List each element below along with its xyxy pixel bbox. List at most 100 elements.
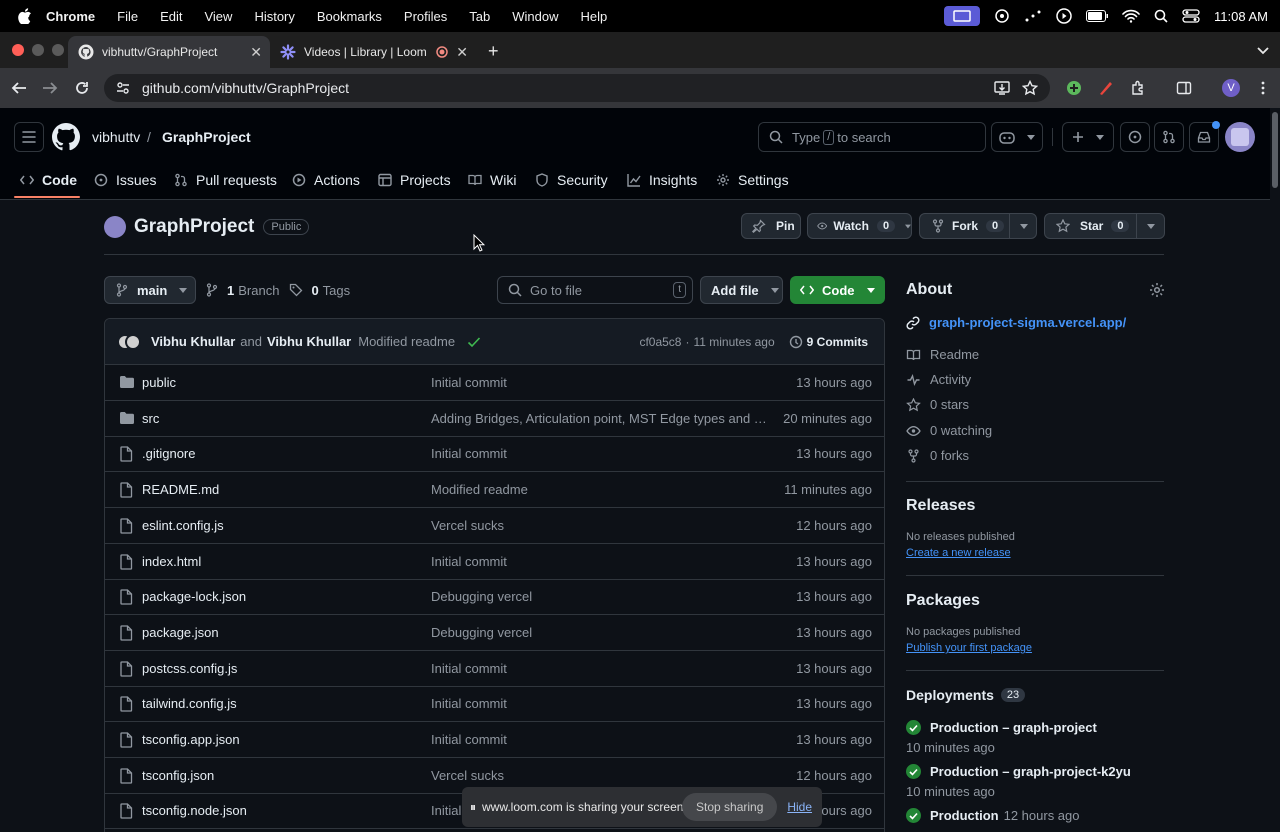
file-row[interactable]: .gitignore Initial commit 13 hours ago (105, 436, 884, 473)
stars-link[interactable]: 0 stars (906, 397, 969, 412)
forks-link[interactable]: 0 forks (906, 448, 969, 463)
tab-code[interactable]: Code (20, 170, 77, 190)
file-commit-message[interactable]: Initial commit (431, 375, 767, 390)
window-zoom-button[interactable] (52, 44, 64, 56)
file-commit-message[interactable]: Initial commit (431, 732, 767, 747)
apple-icon[interactable] (18, 8, 32, 24)
scrollbar-thumb[interactable] (1272, 112, 1278, 188)
fork-button[interactable]: Fork 0 (919, 213, 1037, 239)
branch-selector[interactable]: main (104, 276, 196, 304)
profile-avatar[interactable]: V (1222, 79, 1240, 97)
file-commit-message[interactable]: Vercel sucks (431, 518, 767, 533)
menu-profiles[interactable]: Profiles (404, 9, 447, 24)
tab-security[interactable]: Security (535, 170, 608, 190)
file-name[interactable]: package.json (142, 625, 219, 640)
control-center-icon[interactable] (1182, 9, 1200, 23)
publish-package-link[interactable]: Publish your first package (906, 642, 1032, 654)
chevron-down-icon[interactable] (905, 224, 911, 229)
new-tab-button[interactable]: + (488, 41, 499, 62)
menu-edit[interactable]: Edit (160, 9, 182, 24)
tab-projects[interactable]: Projects (378, 170, 451, 190)
add-file-button[interactable]: Add file (700, 276, 783, 304)
fork-dropdown[interactable] (1009, 214, 1037, 238)
releases-heading[interactable]: Releases (906, 497, 975, 515)
tab-loom[interactable]: Videos | Library | Loom ✕ (270, 36, 478, 68)
branch-count-label[interactable]: Branch (238, 283, 279, 298)
file-name[interactable]: package-lock.json (142, 589, 246, 604)
bookmark-star-icon[interactable] (1022, 80, 1038, 96)
file-row[interactable]: src Adding Bridges, Articulation point, M… (105, 401, 884, 437)
menu-tab[interactable]: Tab (469, 9, 490, 24)
tab-close-icon[interactable]: ✕ (456, 44, 468, 61)
code-button[interactable]: Code (790, 276, 885, 304)
readme-link[interactable]: Readme (906, 347, 979, 362)
play-circle-icon[interactable] (1056, 8, 1072, 24)
menu-view[interactable]: View (204, 9, 232, 24)
tab-close-icon[interactable]: ✕ (250, 44, 262, 61)
menu-chrome[interactable]: Chrome (46, 9, 95, 24)
file-commit-message[interactable]: Vercel sucks (431, 768, 767, 783)
pull-requests-header-button[interactable] (1154, 122, 1184, 152)
hamburger-menu-button[interactable] (14, 122, 44, 152)
menu-bookmarks[interactable]: Bookmarks (317, 9, 382, 24)
commit-author[interactable]: Vibhu Khullar (151, 334, 235, 349)
file-row[interactable]: postcss.config.js Initial commit 13 hours … (105, 651, 884, 687)
file-row[interactable]: eslint.config.js Vercel sucks 12 hours ago (105, 508, 884, 544)
address-bar[interactable]: github.com/vibhuttv/GraphProject (104, 74, 1050, 102)
file-row[interactable]: tsconfig.app.json Initial commit 13 hours … (105, 722, 884, 758)
go-to-file-input[interactable]: Go to file t (497, 276, 693, 304)
tab-issues[interactable]: Issues (94, 170, 156, 190)
file-name[interactable]: .gitignore (142, 446, 195, 461)
side-panel-icon[interactable] (1176, 80, 1192, 96)
file-commit-message[interactable]: Debugging vercel (431, 589, 767, 604)
activity-dots-icon[interactable] (1024, 8, 1042, 24)
tab-settings[interactable]: Settings (716, 170, 789, 190)
file-name[interactable]: README.md (142, 482, 219, 497)
file-name[interactable]: index.html (142, 554, 201, 569)
tab-pull-requests[interactable]: Pull requests (174, 170, 277, 190)
file-name[interactable]: src (142, 411, 159, 426)
file-name[interactable]: public (142, 375, 176, 390)
file-commit-message[interactable]: Initial commit (431, 696, 767, 711)
file-row[interactable]: package.json Debugging vercel 13 hours ago (105, 615, 884, 651)
watching-link[interactable]: 0 watching (906, 423, 992, 438)
notifications-button[interactable] (1189, 121, 1220, 152)
packages-heading[interactable]: Packages (906, 592, 980, 610)
tab-search-chevron-icon[interactable] (1257, 47, 1269, 55)
branch-count[interactable]: 1 (227, 283, 234, 298)
create-release-link[interactable]: Create a new release (906, 547, 1011, 559)
menu-window[interactable]: Window (512, 9, 558, 24)
back-arrow-icon[interactable] (11, 80, 27, 96)
check-icon[interactable] (467, 336, 481, 348)
tag-count[interactable]: 0 (311, 283, 318, 298)
screen-share-icon[interactable] (944, 6, 981, 26)
menubar-clock[interactable]: 11:08 AM (1214, 9, 1268, 24)
tag-count-label[interactable]: Tags (323, 283, 350, 298)
wifi-icon[interactable] (1122, 9, 1140, 23)
install-app-icon[interactable] (994, 80, 1010, 96)
extensions-puzzle-icon[interactable] (1130, 80, 1146, 96)
file-commit-message[interactable]: Modified readme (431, 482, 767, 497)
commit-coauthor-avatar[interactable] (125, 333, 141, 350)
github-logo-icon[interactable] (52, 123, 80, 151)
copilot-button[interactable] (991, 122, 1043, 152)
page-scrollbar[interactable] (1270, 108, 1280, 832)
homepage-link[interactable]: graph-project-sigma.vercel.app/ (906, 315, 1126, 330)
breadcrumb-repo[interactable]: GraphProject (162, 129, 251, 145)
gamepad-icon[interactable] (994, 8, 1010, 24)
spotlight-search-icon[interactable] (1154, 9, 1168, 23)
file-row[interactable]: tailwind.config.js Initial commit 13 hours… (105, 686, 884, 723)
file-name[interactable]: tsconfig.app.json (142, 732, 240, 747)
user-avatar[interactable] (1225, 122, 1255, 152)
commit-message[interactable]: Modified readme (358, 334, 455, 349)
repo-owner-avatar[interactable] (104, 216, 126, 238)
extension-pen-icon[interactable] (1098, 80, 1114, 96)
window-minimize-button[interactable] (32, 44, 44, 56)
deployment-item[interactable]: Production 12 hours ago (906, 808, 1080, 823)
tab-github[interactable]: vibhuttv/GraphProject ✕ (68, 36, 270, 68)
file-commit-message[interactable]: Initial commit (431, 446, 767, 461)
stop-sharing-button[interactable]: Stop sharing (682, 793, 778, 821)
commit-coauthor[interactable]: Vibhu Khullar (267, 334, 351, 349)
deployment-item[interactable]: Production – graph-project-k2yu (906, 764, 1131, 779)
window-close-button[interactable] (12, 44, 24, 56)
